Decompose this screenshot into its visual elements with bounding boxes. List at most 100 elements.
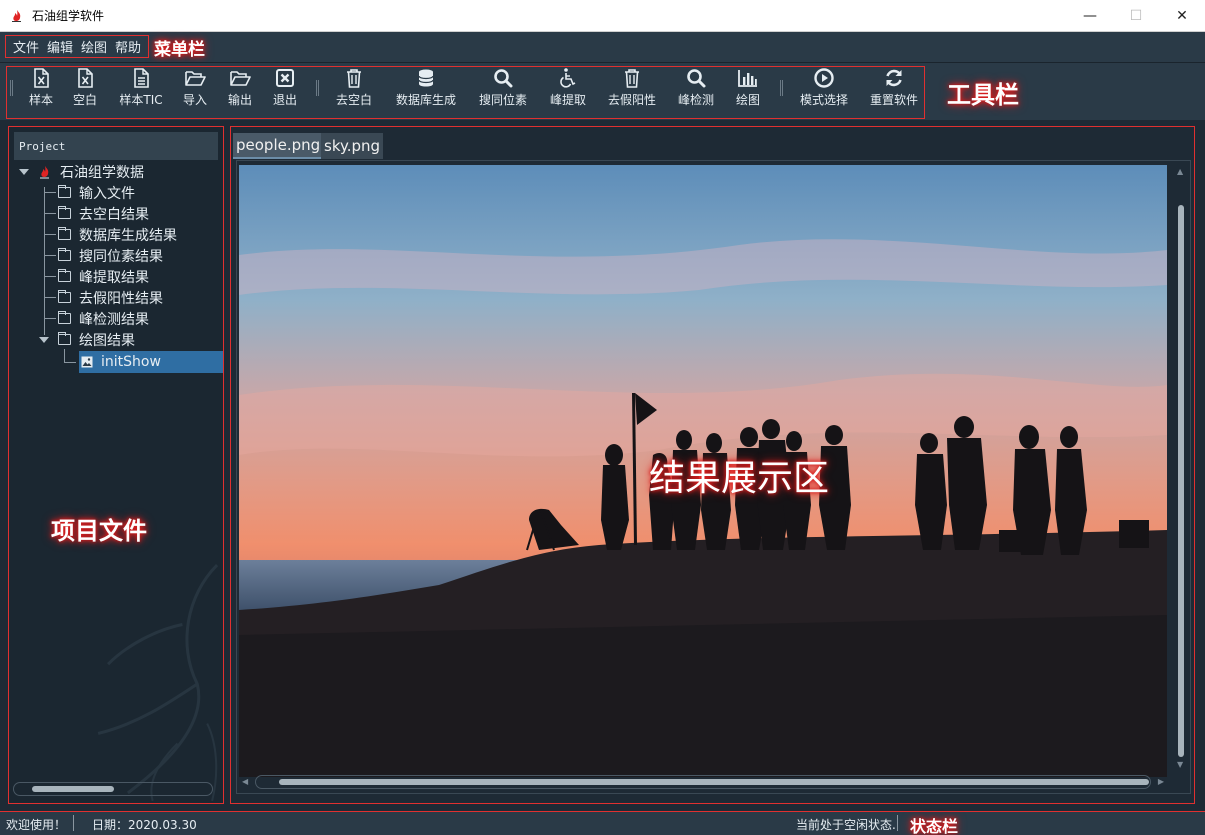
blank-button[interactable]: 空白: [70, 67, 100, 111]
image-viewer: 结果展示区 ▲ ▼ ◀ ▶: [236, 160, 1191, 794]
remove-blank-button[interactable]: 去空白: [332, 67, 376, 111]
folder-open-icon: [185, 71, 206, 86]
menu-help[interactable]: 帮助: [111, 37, 145, 56]
minimize-button[interactable]: —: [1067, 0, 1113, 32]
tab-sky[interactable]: sky.png: [321, 133, 384, 159]
folder-icon: [58, 227, 71, 240]
play-circle-icon: [814, 68, 834, 88]
tree-line: [44, 255, 56, 256]
database-generate-button[interactable]: 数据库生成: [392, 67, 460, 111]
scrollbar-thumb[interactable]: [279, 779, 1149, 785]
status-separator: [897, 815, 898, 831]
menu-box: 文件 编辑 绘图 帮助: [5, 35, 150, 58]
maximize-button[interactable]: ☐: [1113, 0, 1159, 32]
wheelchair-icon: [560, 68, 576, 88]
tree-folder-peak-extract[interactable]: 峰提取结果: [58, 266, 149, 287]
viewer-vertical-scrollbar[interactable]: ▲ ▼: [1174, 165, 1188, 771]
tab-people[interactable]: people.png: [233, 133, 324, 159]
sample-tic-button-label: 样本TIC: [119, 93, 163, 107]
tree-folder-remove-blank[interactable]: 去空白结果: [58, 203, 149, 224]
peak-extract-button[interactable]: 峰提取: [546, 67, 590, 111]
expand-arrow-icon[interactable]: [39, 337, 49, 343]
tree-root-label: 石油组学数据: [60, 164, 144, 181]
tree-folder-database[interactable]: 数据库生成结果: [58, 224, 177, 245]
folder-open-icon: [230, 71, 251, 86]
exit-button-label: 退出: [272, 93, 297, 107]
blank-button-label: 空白: [72, 93, 97, 107]
statusbar-callout: 状态栏: [910, 817, 959, 835]
scroll-right-arrow-icon[interactable]: ▶: [1158, 777, 1164, 786]
tree-line: [44, 213, 56, 214]
tree-folder-label: 数据库生成结果: [79, 227, 177, 244]
sample-button-label: 样本: [28, 93, 53, 107]
window-title: 石油组学软件: [32, 9, 105, 23]
trash-icon: [347, 69, 361, 88]
mode-select-button[interactable]: 模式选择: [796, 67, 852, 111]
tree-folder-input[interactable]: 输入文件: [58, 182, 135, 203]
search-icon: [494, 69, 513, 88]
scroll-down-arrow-icon[interactable]: ▼: [1177, 760, 1183, 769]
scroll-left-arrow-icon[interactable]: ◀: [242, 777, 248, 786]
trash-icon: [625, 69, 639, 88]
scrollbar-thumb[interactable]: [32, 786, 114, 792]
menu-plot[interactable]: 绘图: [77, 37, 111, 56]
scroll-up-arrow-icon[interactable]: ▲: [1177, 167, 1183, 176]
remove-false-positive-button-label: 去假阳性: [607, 93, 656, 107]
toolbar-grip[interactable]: [780, 80, 783, 96]
folder-icon: [58, 206, 71, 219]
folder-icon: [58, 248, 71, 261]
folder-icon: [58, 311, 71, 324]
scrollbar-thumb[interactable]: [1178, 205, 1184, 757]
tree-folder-label: 去空白结果: [79, 206, 149, 223]
title-bar: 石油组学软件 — ☐ ✕: [0, 0, 1205, 32]
menu-file[interactable]: 文件: [9, 37, 43, 56]
tree-folder-label: 搜同位素结果: [79, 248, 163, 265]
tree-folder-peak-detect[interactable]: 峰检测结果: [58, 308, 149, 329]
menu-edit[interactable]: 编辑: [43, 37, 77, 56]
remove-false-positive-button[interactable]: 去假阳性: [604, 67, 660, 111]
excel-file-icon: [78, 68, 93, 88]
tree-line: [44, 297, 56, 298]
search-icon: [687, 69, 706, 88]
plot-button[interactable]: 绘图: [732, 67, 764, 111]
sample-button[interactable]: 样本: [26, 67, 56, 111]
tree-line: [64, 362, 76, 363]
image-file-icon: [81, 356, 93, 367]
toolbar-grip[interactable]: [316, 80, 319, 96]
import-button-label: 导入: [182, 93, 207, 107]
toolbar-grip[interactable]: [10, 80, 13, 96]
toolbar: 样本 空白 样本TIC 导入 输出 退出 去空白 数据库生成 搜同位素 峰提取 …: [0, 62, 1205, 120]
tree-folder-isotope[interactable]: 搜同位素结果: [58, 245, 163, 266]
tree-file-label: initShow: [101, 353, 161, 370]
tree-file-initshow[interactable]: initShow: [81, 351, 161, 372]
mode-select-button-label: 模式选择: [799, 93, 848, 107]
menu-bar: 文件 编辑 绘图 帮助 菜单栏: [0, 32, 1205, 62]
tree-folder-false-positive[interactable]: 去假阳性结果: [58, 287, 163, 308]
sample-tic-button[interactable]: 样本TIC: [114, 67, 168, 111]
tree-root[interactable]: 石油组学数据: [39, 161, 144, 182]
viewer-horizontal-scrollbar[interactable]: ◀ ▶: [239, 775, 1167, 789]
import-button[interactable]: 导入: [180, 67, 210, 111]
isotope-search-button-label: 搜同位素: [478, 93, 527, 107]
close-window-button[interactable]: ✕: [1159, 0, 1205, 32]
result-callout: 结果展示区: [649, 458, 830, 499]
isotope-search-button[interactable]: 搜同位素: [475, 67, 531, 111]
expand-arrow-icon[interactable]: [19, 169, 29, 175]
tree-folder-label: 峰提取结果: [79, 269, 149, 286]
database-generate-button-label: 数据库生成: [395, 93, 456, 107]
project-header: Project: [14, 132, 218, 160]
status-date: 日期：2020.03.30: [92, 818, 197, 832]
tree-folder-label: 输入文件: [79, 185, 135, 202]
peak-detect-button[interactable]: 峰检测: [674, 67, 718, 111]
tree-line: [44, 318, 56, 319]
tree-folder-label: 峰检测结果: [79, 311, 149, 328]
folder-icon: [58, 290, 71, 303]
exit-button[interactable]: 退出: [270, 67, 300, 111]
result-panel: people.png sky.png 结果展示区 ▲ ▼ ◀ ▶: [230, 126, 1195, 804]
tree-folder-plot[interactable]: 绘图结果: [58, 329, 135, 350]
remove-blank-button-label: 去空白: [335, 93, 372, 107]
peak-detect-button-label: 峰检测: [677, 93, 714, 107]
export-button[interactable]: 输出: [225, 67, 255, 111]
reset-software-button[interactable]: 重置软件: [866, 67, 922, 111]
project-horizontal-scrollbar[interactable]: [13, 782, 213, 796]
